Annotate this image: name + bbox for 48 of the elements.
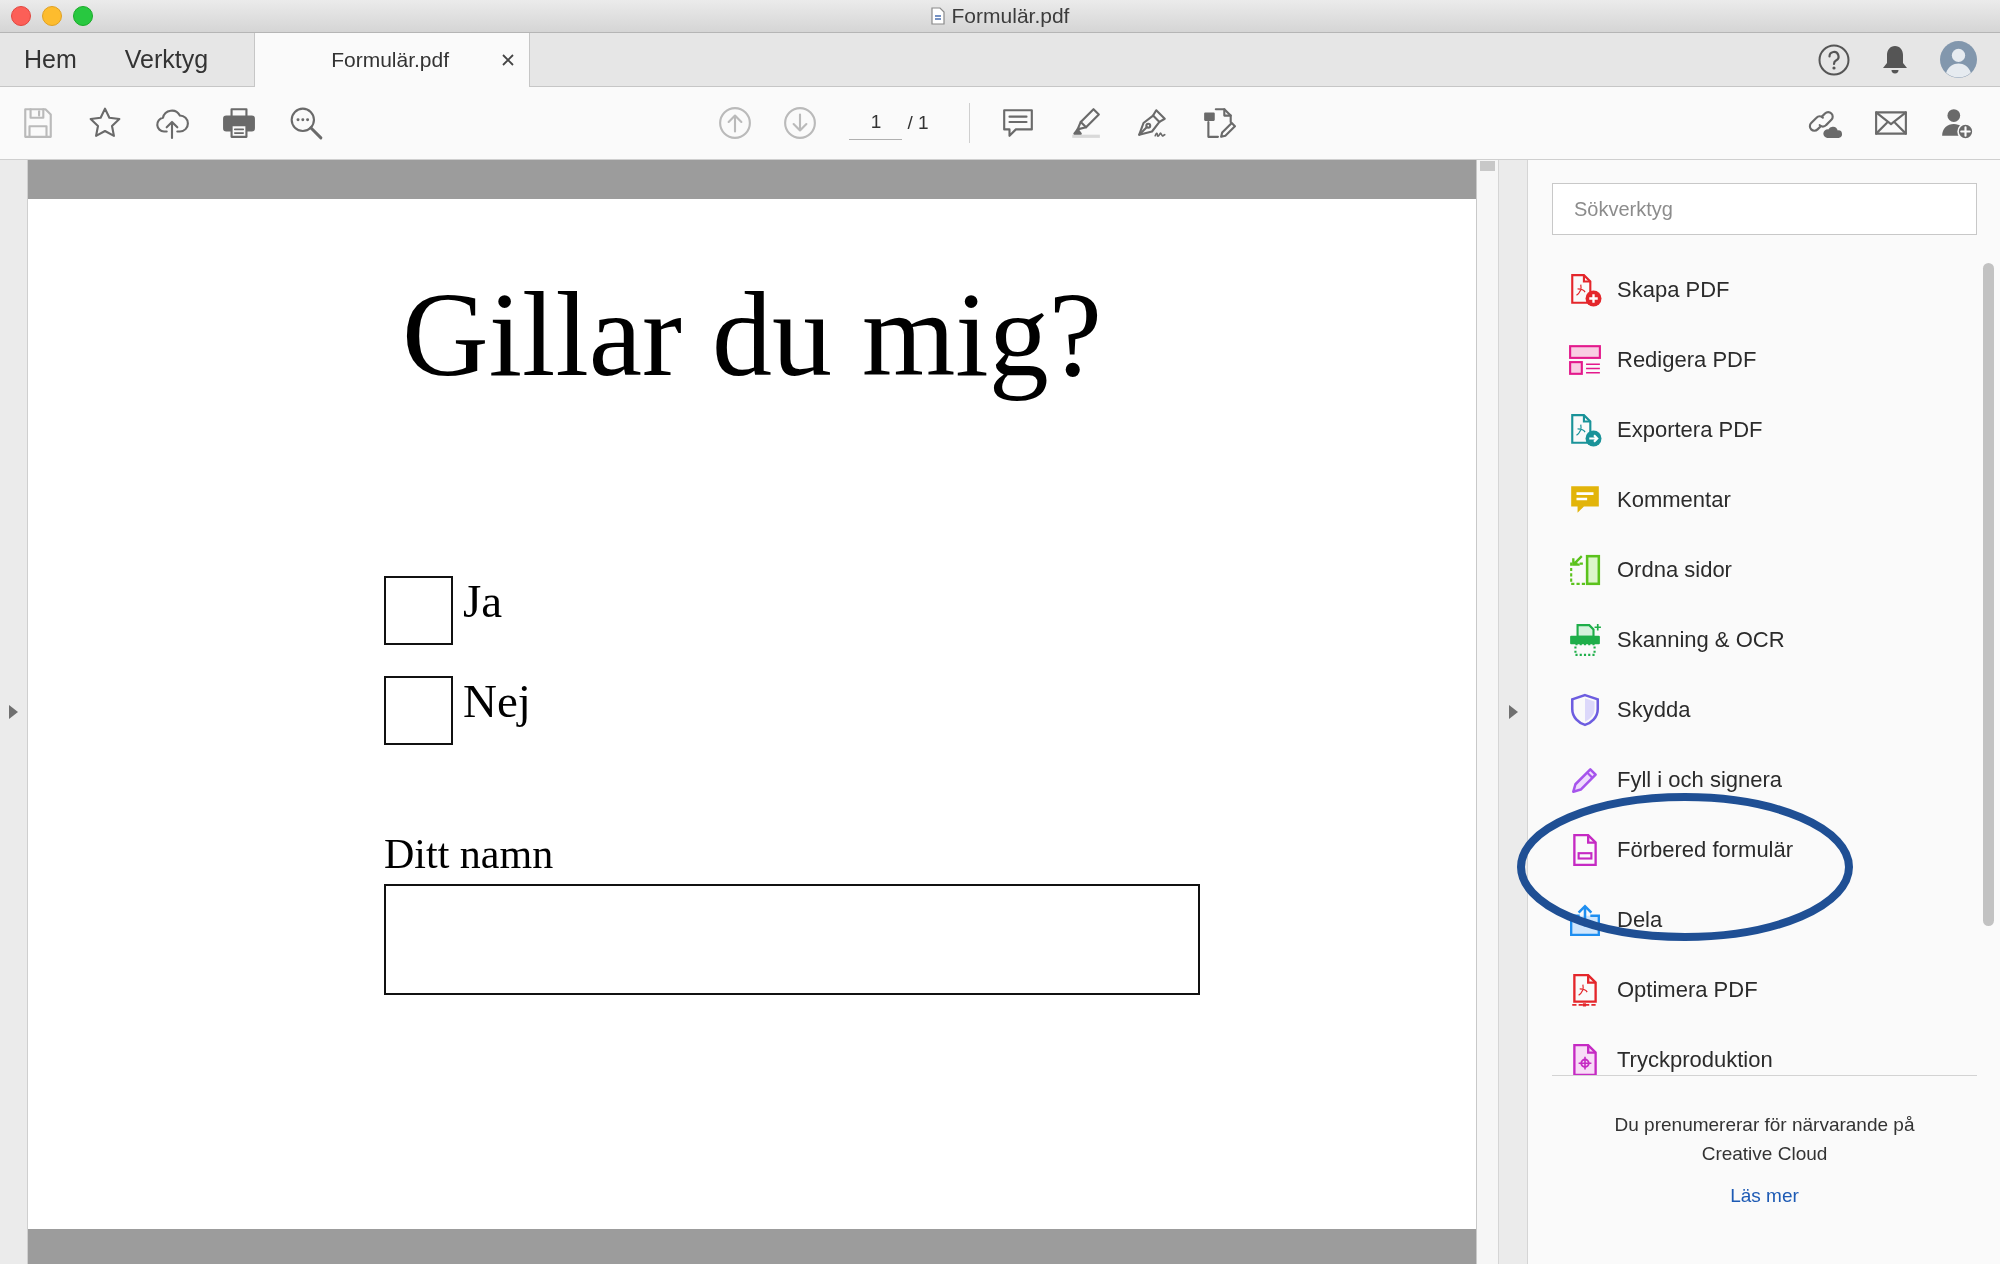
- help-icon[interactable]: [1818, 43, 1850, 76]
- pdf-export-icon: [1568, 413, 1602, 447]
- document-tab[interactable]: Formulär.pdf: [254, 33, 531, 87]
- tool-item[interactable]: Redigera PDF: [1552, 343, 1977, 377]
- print-icon[interactable]: [222, 106, 256, 140]
- scrollbar-thumb[interactable]: [1983, 263, 1994, 926]
- tool-item[interactable]: Ordna sidor: [1552, 553, 1977, 587]
- caret-right-icon[interactable]: [9, 705, 18, 719]
- tool-item[interactable]: Fyll i och signera: [1552, 763, 1977, 797]
- name-field[interactable]: [384, 884, 1200, 996]
- tool-item[interactable]: Skydda: [1552, 693, 1977, 727]
- bell-icon[interactable]: [1881, 44, 1909, 75]
- tool-item[interactable]: Skanning & OCR: [1552, 623, 1977, 657]
- tool-item[interactable]: Dela: [1552, 903, 1977, 937]
- tool-item[interactable]: Exportera PDF: [1552, 413, 1977, 447]
- tab[interactable]: Hem: [0, 33, 101, 86]
- window-close-button[interactable]: [11, 6, 31, 26]
- star-icon[interactable]: [88, 106, 122, 140]
- layout-edit-icon: [1568, 343, 1602, 377]
- add-user-icon[interactable]: [1940, 106, 1974, 140]
- tool-item[interactable]: Skapa PDF: [1552, 273, 1977, 307]
- pages-arrange-icon: [1568, 553, 1602, 587]
- comment-icon[interactable]: [1000, 106, 1035, 140]
- tool-item[interactable]: Tryckproduktion: [1552, 1043, 1977, 1075]
- share-icon: [1568, 903, 1602, 937]
- checkbox[interactable]: [384, 676, 453, 745]
- scrollbar-thumb[interactable]: [1480, 161, 1495, 171]
- page-count: / 1: [907, 112, 929, 134]
- zoom-search-icon[interactable]: [289, 106, 323, 140]
- tab[interactable]: Verktyg: [100, 33, 233, 86]
- shield-icon: [1568, 693, 1602, 727]
- subscription-text: Du prenumererar för närvarande på Creative Cloud: [1613, 1113, 1916, 1166]
- window-title: Formulär.pdf: [951, 4, 1070, 28]
- option-label: Nej: [463, 674, 531, 729]
- document-icon: [930, 7, 945, 25]
- option-label: Ja: [463, 574, 503, 629]
- read-more-link[interactable]: Läs mer: [1730, 1181, 1799, 1210]
- tool-item[interactable]: Förbered formulär: [1552, 833, 1977, 867]
- form-heading: Gillar du mig?: [402, 267, 1102, 403]
- field-label: Ditt namn: [384, 830, 554, 879]
- checkbox[interactable]: [384, 576, 453, 645]
- pdf-add-icon: [1568, 273, 1602, 307]
- scanner-icon: [1568, 623, 1602, 657]
- caret-right-icon[interactable]: [1508, 705, 1518, 719]
- close-icon[interactable]: [502, 54, 515, 66]
- tool-item[interactable]: Kommentar: [1552, 483, 1977, 517]
- document-edit-icon[interactable]: [1201, 106, 1236, 140]
- tool-item[interactable]: Optimera PDF: [1552, 973, 1977, 1007]
